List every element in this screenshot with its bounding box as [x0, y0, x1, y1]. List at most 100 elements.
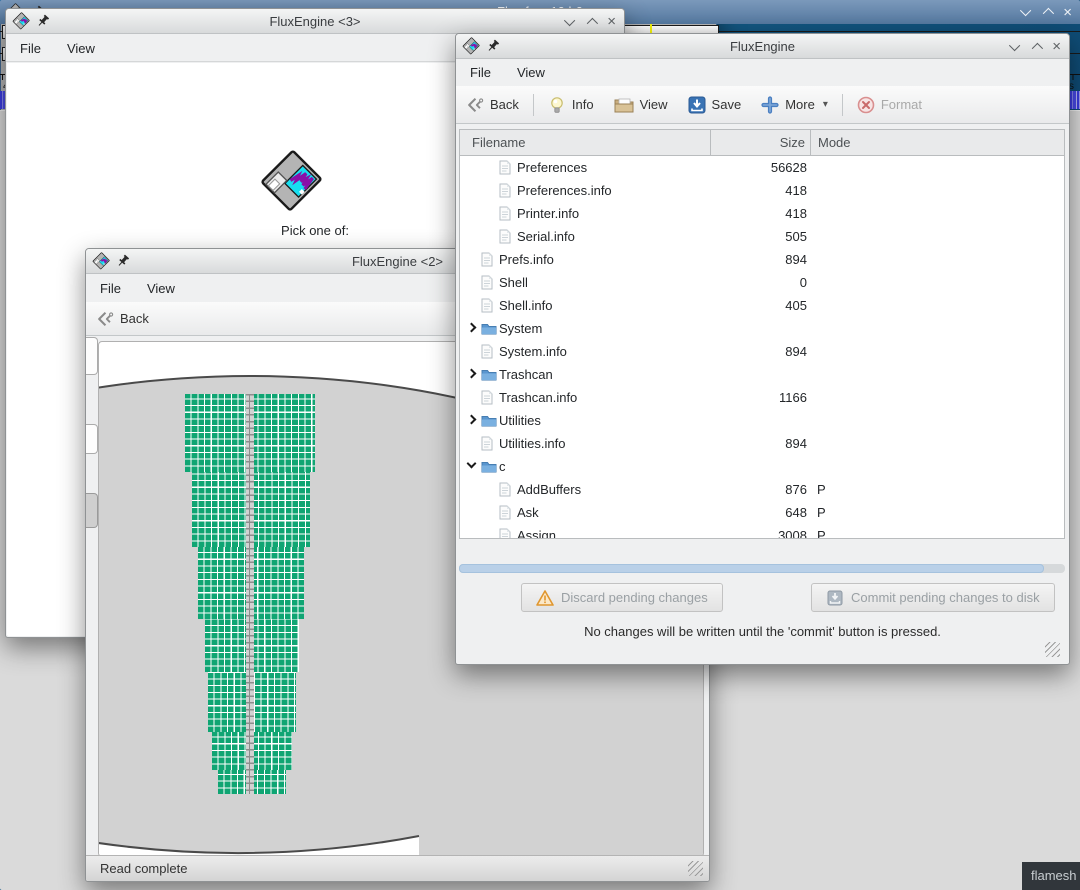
disk-inner-arc	[99, 822, 704, 857]
column-divider	[810, 130, 811, 155]
fluxengine-logo	[259, 149, 323, 213]
table-row[interactable]: Trashcan.info1166	[460, 386, 1064, 409]
file-icon	[481, 275, 493, 290]
file-table: Filename Size Mode Preferences56628 Pref…	[459, 129, 1065, 539]
menu-view[interactable]: View	[517, 65, 545, 80]
toolbar: Back Info View Save More ▾ Format	[456, 86, 1069, 124]
menubar: File View	[456, 59, 1069, 86]
file-icon	[481, 252, 493, 267]
file-icon	[481, 436, 493, 451]
hidden-control-stub[interactable]	[86, 337, 98, 375]
table-row[interactable]: Shell0	[460, 271, 1064, 294]
commit-disk-icon	[826, 589, 844, 607]
horizontal-scrollbar[interactable]	[459, 564, 1065, 573]
warning-icon	[536, 590, 554, 606]
file-icon	[481, 298, 493, 313]
folder-icon	[481, 414, 497, 427]
desktop: { "colors": { "desktop_top": "#1d6ea6", …	[0, 0, 1080, 890]
maximize-icon[interactable]	[1043, 8, 1054, 19]
window-title: FluxEngine	[456, 34, 1069, 59]
taskbar-tooltip: flamesh	[1022, 862, 1080, 890]
expander-collapsed-icon[interactable]	[467, 415, 477, 425]
format-button[interactable]: Format	[847, 86, 932, 123]
commit-changes-button[interactable]: Commit pending changes to disk	[811, 583, 1055, 612]
column-filename[interactable]: Filename	[472, 130, 525, 155]
table-row[interactable]: c	[460, 455, 1064, 478]
hidden-control-stub[interactable]	[86, 424, 98, 454]
table-row[interactable]: Utilities.info894	[460, 432, 1064, 455]
file-icon	[481, 390, 493, 405]
table-row[interactable]: Printer.info418	[460, 202, 1064, 225]
close-icon[interactable]: ×	[1052, 39, 1061, 54]
track-spine	[246, 394, 254, 794]
format-disabled-icon	[857, 96, 875, 114]
hidden-control-stub[interactable]	[86, 493, 98, 528]
table-row[interactable]: Utilities	[460, 409, 1064, 432]
column-mode[interactable]: Mode	[818, 130, 851, 155]
titlebar[interactable]: FluxEngine ×	[456, 34, 1069, 59]
table-row[interactable]: Preferences56628	[460, 156, 1064, 179]
file-icon	[499, 160, 511, 175]
folder-view-icon	[614, 96, 634, 114]
table-row[interactable]: Preferences.info418	[460, 179, 1064, 202]
info-button[interactable]: Info	[538, 86, 604, 123]
resize-grip[interactable]	[1045, 642, 1060, 657]
back-icon	[466, 96, 484, 114]
file-icon	[499, 482, 511, 497]
table-row[interactable]: Assign3008P	[460, 524, 1064, 539]
table-row[interactable]: Trashcan	[460, 363, 1064, 386]
file-icon	[499, 229, 511, 244]
menu-file[interactable]: File	[100, 281, 121, 296]
expander-collapsed-icon[interactable]	[467, 369, 477, 379]
plus-icon	[761, 96, 779, 114]
titlebar[interactable]: FluxEngine <3> ×	[6, 9, 624, 34]
file-icon	[499, 206, 511, 221]
window-title: FluxEngine <3>	[6, 9, 624, 34]
file-icon	[499, 528, 511, 539]
back-button[interactable]: Back	[456, 86, 529, 123]
table-row[interactable]: System.info894	[460, 340, 1064, 363]
table-header: Filename Size Mode	[460, 130, 1064, 156]
window-fluxengine-main: FluxEngine × File View Back Info View Sa…	[455, 33, 1070, 665]
file-icon	[499, 505, 511, 520]
toolbar-separator	[842, 94, 843, 116]
more-button[interactable]: More ▾	[751, 86, 838, 123]
table-row[interactable]: AddBuffers876P	[460, 478, 1064, 501]
resize-grip[interactable]	[688, 861, 703, 876]
menu-file[interactable]: File	[470, 65, 491, 80]
column-size[interactable]: Size	[685, 130, 805, 155]
discard-changes-button[interactable]: Discard pending changes	[521, 583, 723, 612]
file-icon	[481, 344, 493, 359]
menu-file[interactable]: File	[20, 41, 41, 56]
save-button[interactable]: Save	[678, 86, 752, 123]
folder-icon	[481, 322, 497, 335]
maximize-icon[interactable]	[587, 17, 598, 28]
dropdown-caret-icon[interactable]: ▾	[823, 99, 828, 110]
column-divider	[710, 130, 711, 155]
expander-expanded-icon[interactable]	[467, 459, 477, 469]
toolbar-separator	[533, 94, 534, 116]
expander-collapsed-icon[interactable]	[467, 323, 477, 333]
maximize-icon[interactable]	[1032, 42, 1043, 53]
file-icon	[499, 183, 511, 198]
close-icon[interactable]: ×	[607, 14, 616, 29]
lightbulb-icon	[548, 96, 566, 114]
table-row[interactable]: Prefs.info894	[460, 248, 1064, 271]
table-row[interactable]: Ask648P	[460, 501, 1064, 524]
table-row[interactable]: Serial.info505	[460, 225, 1064, 248]
back-button[interactable]: Back	[86, 302, 159, 335]
close-icon[interactable]: ×	[1063, 5, 1072, 20]
view-button[interactable]: View	[604, 86, 678, 123]
commit-note: No changes will be written until the 'co…	[456, 624, 1069, 639]
menu-view[interactable]: View	[147, 281, 175, 296]
table-row[interactable]: System	[460, 317, 1064, 340]
status-text: Read complete	[100, 856, 187, 881]
scrollbar-thumb[interactable]	[459, 564, 1044, 573]
menu-view[interactable]: View	[67, 41, 95, 56]
folder-icon	[481, 368, 497, 381]
folder-icon	[481, 460, 497, 473]
statusbar: Read complete	[86, 855, 709, 881]
back-icon	[96, 310, 114, 328]
save-icon	[688, 96, 706, 114]
table-row[interactable]: Shell.info405	[460, 294, 1064, 317]
